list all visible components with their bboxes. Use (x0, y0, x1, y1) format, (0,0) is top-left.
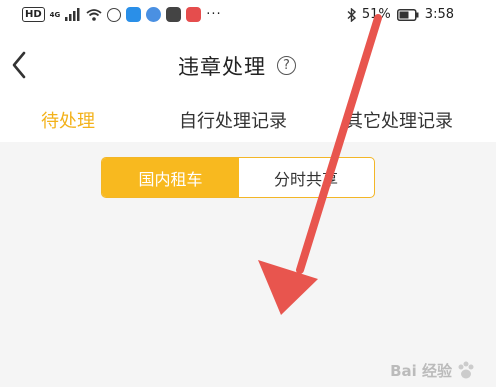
cloud-app-icon (126, 7, 142, 22)
clock: 3:58 (424, 7, 454, 22)
nav-header: 违章处理 ? (0, 34, 496, 98)
page-title: 违章处理 (178, 55, 266, 79)
tab-self-handled-records[interactable]: 自行处理记录 (179, 107, 287, 133)
segment-time-share[interactable]: 分时共享 (239, 158, 373, 197)
help-icon[interactable]: ? (277, 56, 296, 75)
paw-icon (458, 361, 474, 378)
network-type: 4G (49, 10, 61, 19)
mail-app-icon (166, 7, 182, 22)
watermark-text: Bai 经验 (390, 362, 452, 380)
hd-badge: HD (22, 7, 45, 22)
battery-icon (396, 8, 419, 21)
segment-domestic-rental[interactable]: 国内租车 (102, 158, 239, 197)
status-left: HD 4G ··· (22, 7, 222, 22)
rental-type-segmented-control: 国内租车 分时共享 (101, 157, 375, 198)
baidu-watermark: Bai 经验 (390, 360, 478, 381)
tab-other-handled-records[interactable]: 其它处理记录 (345, 107, 453, 133)
video-app-icon (186, 7, 202, 22)
music-app-icon (146, 7, 162, 22)
content-area: 国内租车 分时共享 (0, 142, 496, 387)
overflow-indicator: ··· (206, 7, 222, 22)
signal-icon (65, 8, 80, 21)
battery-percent: 51% (361, 7, 391, 22)
status-bar: HD 4G ··· 51% 3:58 (0, 0, 496, 34)
bluetooth-icon (347, 7, 356, 22)
app-icon (107, 7, 122, 22)
wifi-icon (86, 8, 102, 21)
tab-bar: 待处理 自行处理记录 其它处理记录 (0, 98, 496, 142)
back-arrow-icon[interactable] (8, 48, 32, 82)
tab-pending[interactable]: 待处理 (41, 107, 95, 133)
status-right: 51% 3:58 (347, 7, 454, 22)
